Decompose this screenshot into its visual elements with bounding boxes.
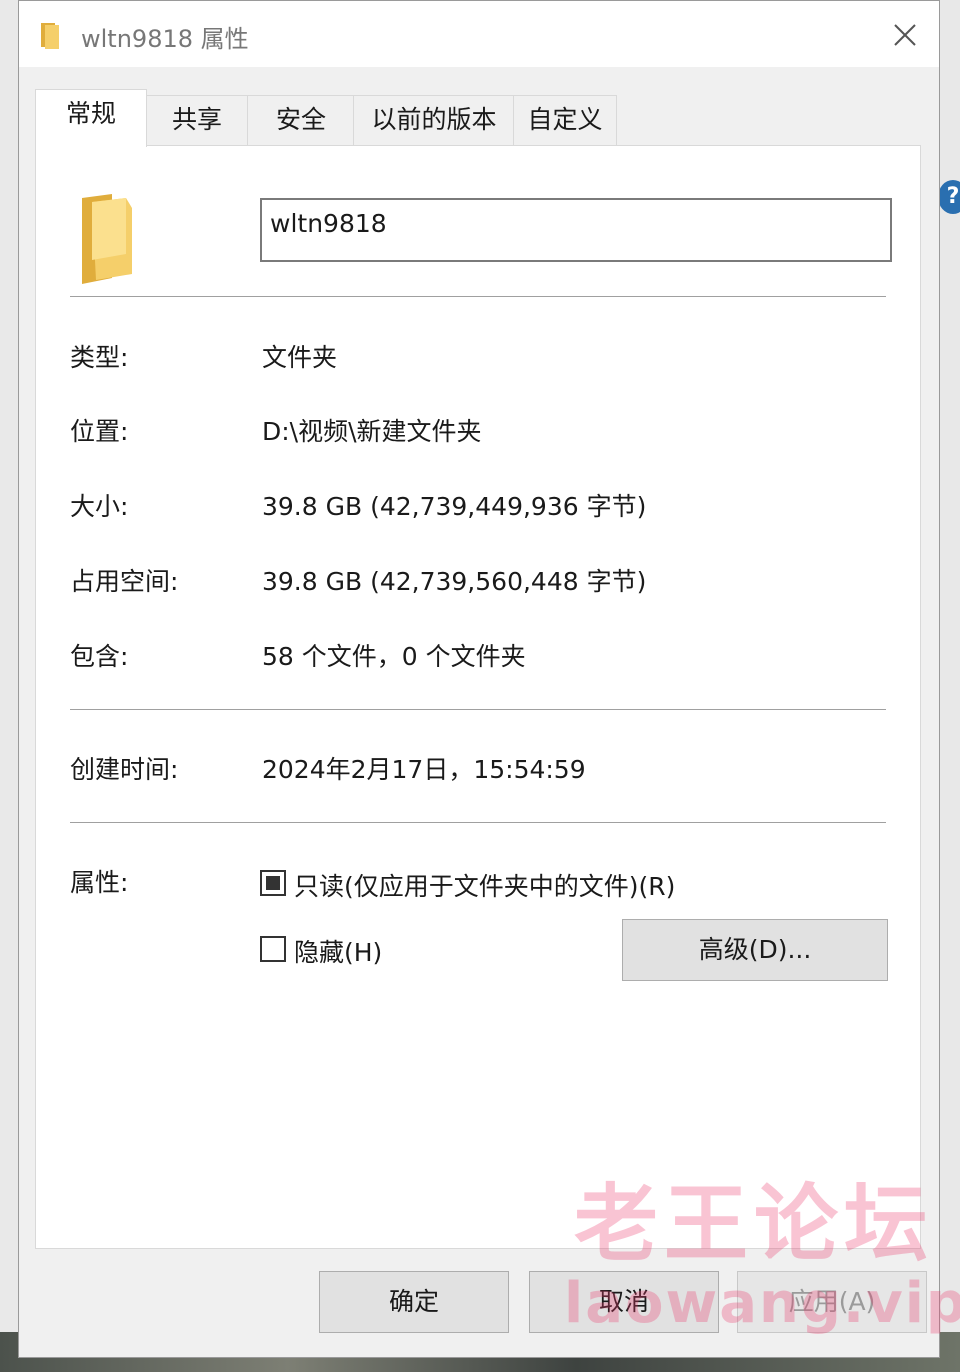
separator	[70, 822, 886, 823]
general-panel: 类型: 文件夹 位置: D:\视频\新建文件夹 大小: 39.8 GB (42,…	[35, 145, 921, 1249]
window-title: wltn9818 属性	[81, 25, 249, 53]
location-value: D:\视频\新建文件夹	[262, 417, 482, 446]
tab-previous-versions[interactable]: 以前的版本	[353, 95, 515, 145]
hidden-label[interactable]: 隐藏(H)	[294, 933, 382, 969]
contains-value: 58 个文件，0 个文件夹	[262, 642, 526, 671]
size-label: 大小:	[70, 492, 129, 521]
created-value: 2024年2月17日，15:54:59	[262, 755, 586, 784]
indeterminate-mark	[266, 876, 280, 890]
tab-sharing[interactable]: 共享	[145, 95, 249, 145]
readonly-checkbox[interactable]	[260, 870, 286, 896]
ok-button[interactable]: 确定	[319, 1271, 509, 1333]
properties-dialog: wltn9818 属性 常规 共享 安全 以前的版本 自定义 类型: 文件夹 位…	[18, 0, 960, 1358]
separator	[70, 709, 886, 710]
tab-security[interactable]: 安全	[247, 95, 355, 145]
location-label: 位置:	[70, 417, 129, 446]
attributes-label: 属性:	[70, 868, 129, 897]
type-label: 类型:	[70, 343, 129, 372]
folder-icon	[82, 194, 132, 284]
close-icon[interactable]	[885, 15, 925, 55]
title-bar: wltn9818 属性	[19, 1, 939, 67]
contains-label: 包含:	[70, 642, 129, 671]
advanced-button[interactable]: 高级(D)...	[622, 919, 888, 981]
disk-size-value: 39.8 GB (42,739,560,448 字节)	[262, 567, 647, 596]
readonly-label[interactable]: 只读(仅应用于文件夹中的文件)(R)	[294, 867, 675, 903]
hidden-checkbox[interactable]	[260, 936, 286, 962]
tab-customize[interactable]: 自定义	[513, 95, 617, 145]
type-value: 文件夹	[262, 343, 338, 372]
folder-icon	[41, 23, 59, 49]
size-value: 39.8 GB (42,739,449,936 字节)	[262, 492, 647, 521]
tab-general[interactable]: 常规	[35, 89, 147, 147]
disk-size-label: 占用空间:	[70, 567, 179, 596]
help-icon: ?	[938, 180, 960, 214]
cancel-button[interactable]: 取消	[529, 1271, 719, 1333]
created-label: 创建时间:	[70, 755, 179, 784]
folder-name-input[interactable]	[260, 198, 892, 262]
apply-button[interactable]: 应用(A)	[737, 1271, 927, 1333]
separator	[70, 296, 886, 297]
